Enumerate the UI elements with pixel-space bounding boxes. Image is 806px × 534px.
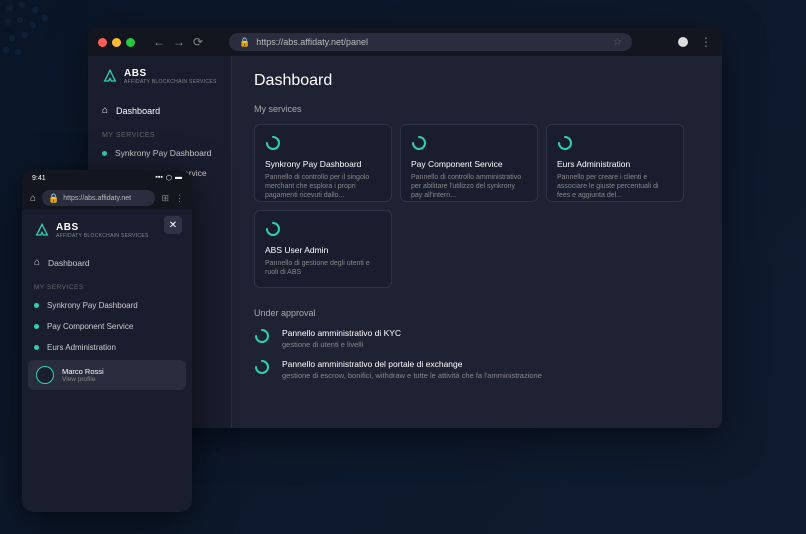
sidebar-item-label: Synkrony Pay Dashboard (115, 148, 211, 158)
swirl-icon (557, 135, 573, 151)
service-cards-grid: Synkrony Pay Dashboard Pannello di contr… (254, 124, 700, 288)
mobile-sidebar-section-header: MY SERVICES (22, 276, 192, 295)
sidebar-item-label: Pay Component Service (47, 322, 133, 331)
browser-chrome: ← → ⟳ 🔒 https://abs.affidaty.net/panel ☆… (88, 28, 722, 56)
mobile-sidebar-item-eurs-admin[interactable]: Eurs Administration (22, 337, 192, 358)
mobile-status-bar: 9:41 ▪▪▪ ⬡ ▬ (22, 170, 192, 186)
sidebar-item-dashboard[interactable]: ⌂ Dashboard (88, 99, 231, 122)
mobile-browser-window: 9:41 ▪▪▪ ⬡ ▬ ⌂ 🔒 https://abs.affidaty.ne… (22, 170, 192, 512)
battery-icon: ▬ (175, 174, 182, 182)
sidebar-item-synkrony-pay[interactable]: Synkrony Pay Dashboard (88, 143, 231, 163)
forward-button[interactable]: → (173, 35, 185, 49)
approval-description: gestione di escrow, bonifici, withdraw e… (282, 371, 542, 380)
maximize-window-button[interactable] (126, 38, 135, 47)
swirl-icon (254, 328, 270, 344)
reload-button[interactable]: ⟳ (193, 35, 203, 49)
bookmark-star-icon[interactable]: ☆ (613, 37, 622, 48)
signal-icon: ▪▪▪ (155, 174, 162, 182)
status-dot-icon (34, 324, 39, 329)
browser-menu-icon[interactable]: ⋮ (700, 35, 712, 49)
approval-description: gestione di utenti e livelli (282, 340, 401, 349)
swirl-icon (265, 221, 281, 237)
card-title: ABS User Admin (265, 245, 381, 255)
swirl-icon (411, 135, 427, 151)
logo-main-label: ABS (56, 222, 149, 233)
section-title-my-services: My services (254, 104, 700, 114)
card-title: Pay Component Service (411, 159, 527, 169)
service-card-abs-user-admin[interactable]: ABS User Admin Pannello di gestione degl… (254, 210, 392, 288)
card-description: Pannello per creare i clienti e associar… (557, 173, 673, 200)
logo-sub-label: AFFIDATY BLOCKCHAIN SERVICES (56, 233, 149, 239)
logo-mark-icon (102, 69, 118, 85)
status-icons: ▪▪▪ ⬡ ▬ (155, 174, 182, 182)
browser-profile-avatar[interactable] (678, 37, 688, 47)
card-title: Eurs Administration (557, 159, 673, 169)
mobile-sidebar-item-pay-component[interactable]: Pay Component Service (22, 316, 192, 337)
approval-title: Pannello amministrativo del portale di e… (282, 359, 542, 369)
url-text: https://abs.affidaty.net/panel (256, 37, 368, 47)
close-sidebar-button[interactable]: ✕ (164, 216, 182, 234)
wifi-icon: ⬡ (166, 174, 172, 182)
approval-item-exchange[interactable]: Pannello amministrativo del portale di e… (254, 359, 700, 380)
card-description: Pannello di controllo per il singolo mer… (265, 173, 381, 200)
sidebar-item-label: Dashboard (48, 258, 90, 268)
approval-list: Pannello amministrativo di KYC gestione … (254, 328, 700, 380)
card-description: Pannello di controllo amministrativo per… (411, 173, 527, 200)
mobile-profile-card[interactable]: Marco Rossi View profile (28, 360, 186, 390)
back-button[interactable]: ← (153, 35, 165, 49)
mobile-sidebar: ✕ ABS AFFIDATY BLOCKCHAIN SERVICES ⌂ Das… (22, 210, 192, 512)
approval-title: Pannello amministrativo di KYC (282, 328, 401, 338)
status-time: 9:41 (32, 175, 46, 182)
address-bar[interactable]: 🔒 https://abs.affidaty.net/panel ☆ (229, 33, 632, 51)
page-title: Dashboard (254, 72, 700, 90)
approval-item-kyc[interactable]: Pannello amministrativo di KYC gestione … (254, 328, 700, 349)
browser-nav: ← → ⟳ (153, 35, 203, 49)
sidebar-item-label: Dashboard (116, 106, 160, 116)
main-content: Dashboard My services Synkrony Pay Dashb… (232, 56, 722, 428)
status-dot-icon (34, 303, 39, 308)
section-title-under-approval: Under approval (254, 308, 700, 318)
mobile-extension-icon[interactable]: ⊞ (161, 193, 169, 204)
lock-icon: 🔒 (48, 193, 59, 204)
home-icon: ⌂ (102, 105, 108, 116)
profile-sublabel: View profile (62, 376, 104, 383)
mobile-browser-chrome: ⌂ 🔒 https://abs.affidaty.net ⊞ ⋮ (22, 186, 192, 210)
home-icon: ⌂ (34, 257, 40, 268)
card-description: Pannello di gestione degli utenti e ruol… (265, 259, 381, 277)
sidebar-item-label: Synkrony Pay Dashboard (47, 301, 138, 310)
service-card-eurs-admin[interactable]: Eurs Administration Pannello per creare … (546, 124, 684, 202)
traffic-lights (98, 38, 135, 47)
mobile-address-bar[interactable]: 🔒 https://abs.affidaty.net (42, 190, 155, 206)
sidebar-item-label: Eurs Administration (47, 343, 116, 352)
mobile-sidebar-item-synkrony-pay[interactable]: Synkrony Pay Dashboard (22, 295, 192, 316)
swirl-icon (254, 359, 270, 375)
logo-sub-label: AFFIDATY BLOCKCHAIN SERVICES (124, 79, 217, 85)
background-pattern (0, 0, 80, 60)
mobile-url-text: https://abs.affidaty.net (63, 195, 131, 202)
profile-name: Marco Rossi (62, 367, 104, 376)
swirl-icon (265, 135, 281, 151)
mobile-home-button[interactable]: ⌂ (30, 193, 36, 204)
close-icon: ✕ (169, 220, 177, 231)
status-dot-icon (34, 345, 39, 350)
service-card-pay-component[interactable]: Pay Component Service Pannello di contro… (400, 124, 538, 202)
mobile-menu-icon[interactable]: ⋮ (175, 193, 184, 204)
lock-icon: 🔒 (239, 37, 250, 48)
close-window-button[interactable] (98, 38, 107, 47)
card-title: Synkrony Pay Dashboard (265, 159, 381, 169)
app-logo[interactable]: ABS AFFIDATY BLOCKCHAIN SERVICES (88, 68, 231, 99)
minimize-window-button[interactable] (112, 38, 121, 47)
mobile-sidebar-item-dashboard[interactable]: ⌂ Dashboard (22, 249, 192, 276)
sidebar-section-header: MY SERVICES (88, 122, 231, 143)
avatar (36, 366, 54, 384)
status-dot-icon (102, 151, 107, 156)
logo-main-label: ABS (124, 68, 217, 79)
logo-mark-icon (34, 223, 50, 239)
service-card-synkrony-pay[interactable]: Synkrony Pay Dashboard Pannello di contr… (254, 124, 392, 202)
